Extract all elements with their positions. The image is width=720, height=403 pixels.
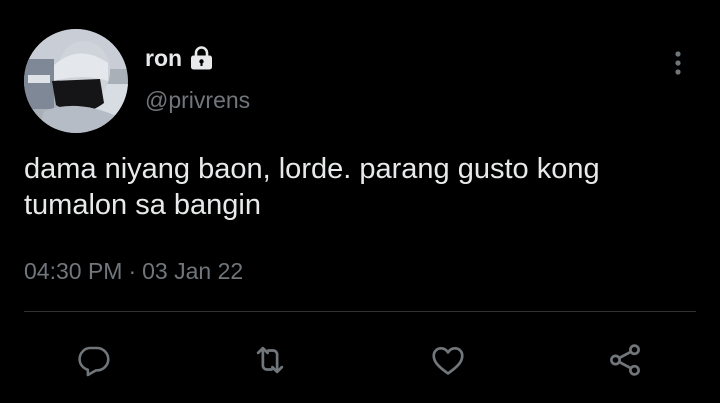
meta-separator: ·	[128, 258, 137, 284]
avatar[interactable]	[24, 29, 128, 133]
share-button[interactable]	[604, 339, 646, 381]
tweet-date: 03 Jan 22	[142, 258, 244, 284]
reply-button[interactable]	[73, 339, 115, 381]
lock-icon	[188, 45, 215, 72]
like-button[interactable]	[427, 339, 469, 381]
more-vertical-icon[interactable]	[668, 48, 688, 78]
divider	[24, 311, 696, 312]
tweet-text: dama niyang baon, lorde. parang gusto ko…	[24, 153, 600, 221]
author-handle[interactable]: @privrens	[145, 86, 250, 114]
reply-icon	[78, 346, 110, 377]
tweet-time: 04:30 PM	[24, 258, 123, 284]
retweet-button[interactable]	[249, 339, 291, 381]
avatar-image	[24, 29, 128, 133]
author-name-row: ron	[145, 44, 215, 72]
like-icon	[432, 346, 464, 375]
retweet-icon	[256, 346, 284, 374]
tweet-card: ron @privrens dama niyang baon, lorde. p…	[0, 0, 720, 403]
tweet-timestamp[interactable]: 04:30 PM · 03 Jan 22	[24, 257, 243, 285]
share-icon	[610, 344, 640, 376]
display-name[interactable]: ron	[145, 44, 182, 72]
